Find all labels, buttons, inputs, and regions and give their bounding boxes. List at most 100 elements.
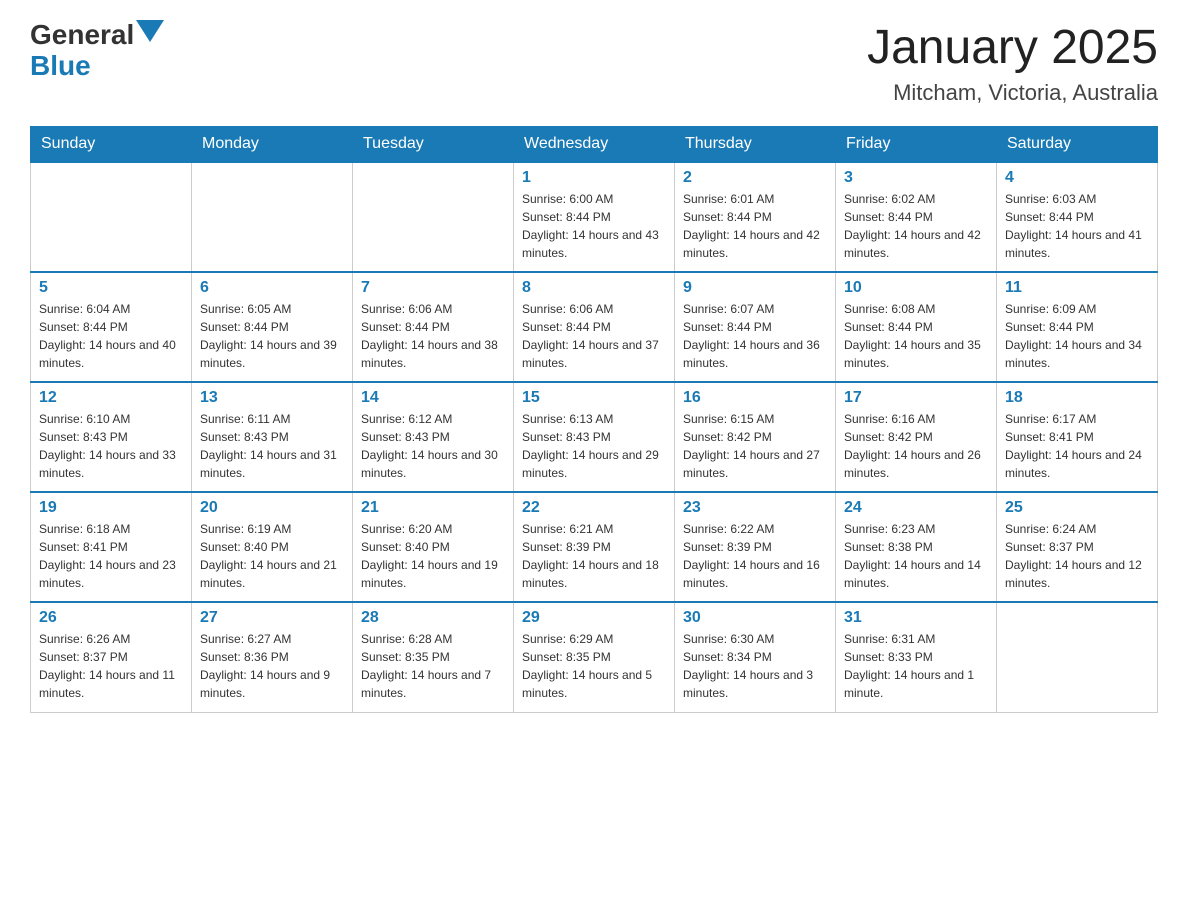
calendar-title: January 2025 — [867, 20, 1158, 75]
day-info: Sunrise: 6:13 AMSunset: 8:43 PMDaylight:… — [522, 410, 666, 482]
day-cell: 8Sunrise: 6:06 AMSunset: 8:44 PMDaylight… — [514, 272, 675, 382]
day-cell: 21Sunrise: 6:20 AMSunset: 8:40 PMDayligh… — [353, 492, 514, 602]
day-cell: 22Sunrise: 6:21 AMSunset: 8:39 PMDayligh… — [514, 492, 675, 602]
day-cell: 23 Sunrise: 6:22 AMSunset: 8:39 PMDayligh… — [675, 492, 836, 602]
day-info: Sunrise: 6:24 AMSunset: 8:37 PMDaylight:… — [1005, 520, 1149, 592]
day-info: Sunrise: 6:03 AMSunset: 8:44 PMDaylight:… — [1005, 190, 1149, 262]
day-cell: 19Sunrise: 6:18 AMSunset: 8:41 PMDayligh… — [31, 492, 192, 602]
day-cell: 30Sunrise: 6:30 AMSunset: 8:34 PMDayligh… — [675, 602, 836, 712]
logo-blue: Blue — [30, 50, 91, 81]
day-number: 19 — [39, 499, 183, 517]
day-info: Sunrise: 6:21 AMSunset: 8:39 PMDaylight:… — [522, 520, 666, 592]
day-info: Sunrise: 6:05 AMSunset: 8:44 PMDaylight:… — [200, 300, 344, 372]
day-cell: 18Sunrise: 6:17 AMSunset: 8:41 PMDayligh… — [997, 382, 1158, 492]
day-number: 30 — [683, 609, 827, 627]
day-number: 26 — [39, 609, 183, 627]
day-cell: 25 Sunrise: 6:24 AMSunset: 8:37 PMDayligh… — [997, 492, 1158, 602]
day-number: 5 — [39, 279, 183, 297]
week-row-4: 19Sunrise: 6:18 AMSunset: 8:41 PMDayligh… — [31, 492, 1158, 602]
header-row: SundayMondayTuesdayWednesdayThursdayFrid… — [31, 127, 1158, 163]
day-info: Sunrise: 6:31 AMSunset: 8:33 PMDaylight:… — [844, 630, 988, 702]
week-row-3: 12 Sunrise: 6:10 AMSunset: 8:43 PMDayligh… — [31, 382, 1158, 492]
day-info: Sunrise: 6:10 AMSunset: 8:43 PMDaylight:… — [39, 410, 183, 482]
day-info: Sunrise: 6:07 AMSunset: 8:44 PMDaylight:… — [683, 300, 827, 372]
day-number: 13 — [200, 389, 344, 407]
day-number: 12 — [39, 389, 183, 407]
day-cell: 2Sunrise: 6:01 AMSunset: 8:44 PMDaylight… — [675, 162, 836, 272]
title-block: January 2025 Mitcham, Victoria, Australi… — [867, 20, 1158, 106]
day-number: 9 — [683, 279, 827, 297]
day-number: 14 — [361, 389, 505, 407]
day-number: 21 — [361, 499, 505, 517]
day-cell: 27 Sunrise: 6:27 AMSunset: 8:36 PMDayligh… — [192, 602, 353, 712]
day-number: 23 — [683, 499, 827, 517]
day-cell — [192, 162, 353, 272]
day-info: Sunrise: 6:22 AMSunset: 8:39 PMDaylight:… — [683, 520, 827, 592]
week-row-5: 26 Sunrise: 6:26 AMSunset: 8:37 PMDayligh… — [31, 602, 1158, 712]
day-info: Sunrise: 6:16 AMSunset: 8:42 PMDaylight:… — [844, 410, 988, 482]
day-info: Sunrise: 6:15 AMSunset: 8:42 PMDaylight:… — [683, 410, 827, 482]
header-cell-sunday: Sunday — [31, 127, 192, 163]
week-row-1: 1 Sunrise: 6:00 AMSunset: 8:44 PMDaylight… — [31, 162, 1158, 272]
day-cell: 3 Sunrise: 6:02 AMSunset: 8:44 PMDaylight… — [836, 162, 997, 272]
header-cell-monday: Monday — [192, 127, 353, 163]
logo: General Blue — [30, 20, 164, 82]
day-info: Sunrise: 6:04 AMSunset: 8:44 PMDaylight:… — [39, 300, 183, 372]
day-cell: 31 Sunrise: 6:31 AMSunset: 8:33 PMDayligh… — [836, 602, 997, 712]
day-number: 27 — [200, 609, 344, 627]
week-row-2: 5 Sunrise: 6:04 AMSunset: 8:44 PMDaylight… — [31, 272, 1158, 382]
day-cell: 9 Sunrise: 6:07 AMSunset: 8:44 PMDaylight… — [675, 272, 836, 382]
day-number: 7 — [361, 279, 505, 297]
day-cell: 10Sunrise: 6:08 AMSunset: 8:44 PMDayligh… — [836, 272, 997, 382]
day-number: 6 — [200, 279, 344, 297]
day-info: Sunrise: 6:19 AMSunset: 8:40 PMDaylight:… — [200, 520, 344, 592]
day-cell: 14Sunrise: 6:12 AMSunset: 8:43 PMDayligh… — [353, 382, 514, 492]
day-cell: 16Sunrise: 6:15 AMSunset: 8:42 PMDayligh… — [675, 382, 836, 492]
day-number: 20 — [200, 499, 344, 517]
day-cell: 11Sunrise: 6:09 AMSunset: 8:44 PMDayligh… — [997, 272, 1158, 382]
day-number: 11 — [1005, 279, 1149, 297]
day-info: Sunrise: 6:29 AMSunset: 8:35 PMDaylight:… — [522, 630, 666, 702]
day-number: 3 — [844, 169, 988, 187]
day-cell — [353, 162, 514, 272]
day-number: 17 — [844, 389, 988, 407]
day-number: 1 — [522, 169, 666, 187]
day-number: 28 — [361, 609, 505, 627]
day-info: Sunrise: 6:00 AMSunset: 8:44 PMDaylight:… — [522, 190, 666, 262]
day-number: 10 — [844, 279, 988, 297]
logo-general: General — [30, 20, 134, 51]
day-cell: 17 Sunrise: 6:16 AMSunset: 8:42 PMDayligh… — [836, 382, 997, 492]
day-info: Sunrise: 6:26 AMSunset: 8:37 PMDaylight:… — [39, 630, 183, 702]
day-info: Sunrise: 6:01 AMSunset: 8:44 PMDaylight:… — [683, 190, 827, 262]
day-number: 18 — [1005, 389, 1149, 407]
day-cell: 1 Sunrise: 6:00 AMSunset: 8:44 PMDaylight… — [514, 162, 675, 272]
header-cell-thursday: Thursday — [675, 127, 836, 163]
day-cell: 29 Sunrise: 6:29 AMSunset: 8:35 PMDayligh… — [514, 602, 675, 712]
logo-triangle-icon — [136, 20, 164, 42]
day-info: Sunrise: 6:06 AMSunset: 8:44 PMDaylight:… — [361, 300, 505, 372]
day-cell: 26 Sunrise: 6:26 AMSunset: 8:37 PMDayligh… — [31, 602, 192, 712]
day-cell: 28 Sunrise: 6:28 AMSunset: 8:35 PMDayligh… — [353, 602, 514, 712]
day-number: 24 — [844, 499, 988, 517]
day-cell: 4Sunrise: 6:03 AMSunset: 8:44 PMDaylight… — [997, 162, 1158, 272]
day-info: Sunrise: 6:02 AMSunset: 8:44 PMDaylight:… — [844, 190, 988, 262]
day-info: Sunrise: 6:28 AMSunset: 8:35 PMDaylight:… — [361, 630, 505, 702]
day-info: Sunrise: 6:06 AMSunset: 8:44 PMDaylight:… — [522, 300, 666, 372]
header-cell-saturday: Saturday — [997, 127, 1158, 163]
header-cell-tuesday: Tuesday — [353, 127, 514, 163]
day-cell: 13Sunrise: 6:11 AMSunset: 8:43 PMDayligh… — [192, 382, 353, 492]
day-info: Sunrise: 6:23 AMSunset: 8:38 PMDaylight:… — [844, 520, 988, 592]
day-number: 31 — [844, 609, 988, 627]
day-cell: 7 Sunrise: 6:06 AMSunset: 8:44 PMDaylight… — [353, 272, 514, 382]
day-cell — [31, 162, 192, 272]
day-info: Sunrise: 6:27 AMSunset: 8:36 PMDaylight:… — [200, 630, 344, 702]
day-cell: 20 Sunrise: 6:19 AMSunset: 8:40 PMDayligh… — [192, 492, 353, 602]
day-cell: 24 Sunrise: 6:23 AMSunset: 8:38 PMDayligh… — [836, 492, 997, 602]
day-cell: 6 Sunrise: 6:05 AMSunset: 8:44 PMDaylight… — [192, 272, 353, 382]
page-header: General Blue January 2025 Mitcham, Victo… — [30, 20, 1158, 106]
day-cell: 5 Sunrise: 6:04 AMSunset: 8:44 PMDaylight… — [31, 272, 192, 382]
header-cell-wednesday: Wednesday — [514, 127, 675, 163]
day-cell: 15Sunrise: 6:13 AMSunset: 8:43 PMDayligh… — [514, 382, 675, 492]
day-number: 25 — [1005, 499, 1149, 517]
day-number: 29 — [522, 609, 666, 627]
